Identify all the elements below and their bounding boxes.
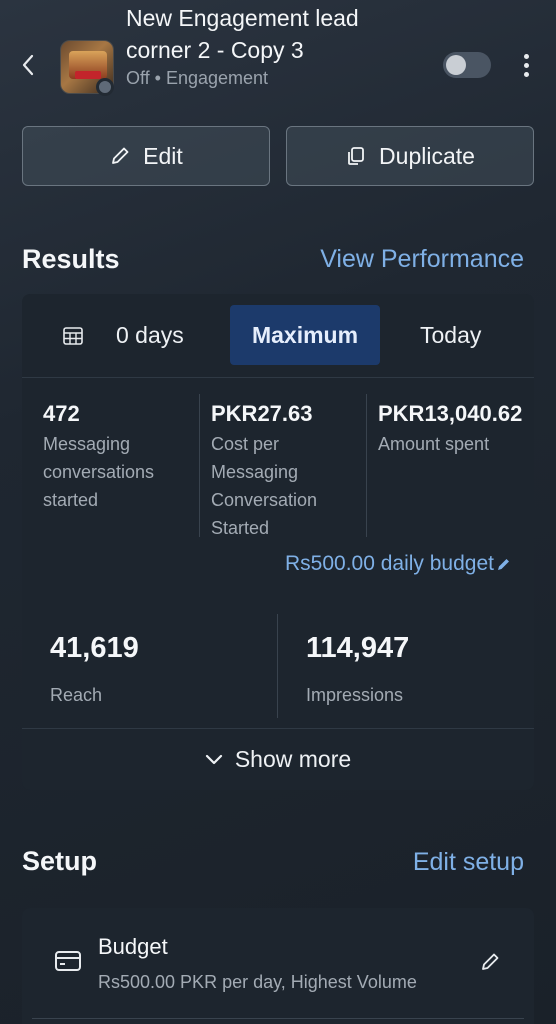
metric-value: PKR27.63 — [211, 401, 313, 426]
edit-button[interactable]: Edit — [22, 126, 270, 186]
metric-label: Amount spent — [378, 434, 490, 454]
screen: New Engagement lead corner 2 - Copy 3 Of… — [0, 0, 556, 1024]
calendar-icon[interactable] — [62, 325, 84, 347]
campaign-title: New Engagement lead corner 2 - Copy 3 — [126, 5, 359, 63]
metric-cost-per-conversation: PKR27.63 Cost per Messaging Conversation… — [211, 398, 361, 542]
metric-label: Cost per Messaging Conversation Started — [211, 434, 318, 538]
campaign-toggle[interactable] — [443, 52, 491, 78]
pencil-icon[interactable] — [480, 950, 502, 972]
edit-label: Edit — [143, 142, 183, 169]
edit-setup-link[interactable]: Edit setup — [413, 848, 524, 877]
more-options-button[interactable] — [516, 50, 536, 80]
results-title: Results — [22, 244, 120, 274]
show-more-label: Show more — [234, 746, 352, 772]
campaign-status: Off • Engagement — [126, 68, 269, 88]
duplicate-label: Duplicate — [379, 142, 475, 169]
duplicate-icon — [348, 147, 364, 165]
metric-conversations: 472 Messaging conversations started — [43, 398, 193, 514]
reach-label: Reach — [50, 685, 103, 705]
reach-metric: 41,619 Reach — [50, 632, 139, 706]
today-filter[interactable]: Today — [420, 322, 481, 349]
reach-value: 41,619 — [50, 632, 139, 664]
view-performance-link[interactable]: View Performance — [320, 245, 524, 274]
impressions-label: Impressions — [306, 685, 404, 705]
budget-description: Rs500.00 PKR per day, Highest Volume — [98, 972, 417, 992]
results-card: 0 days Maximum Today 472 Messaging conve… — [22, 294, 534, 790]
impressions-value: 114,947 — [306, 632, 410, 664]
pencil-icon — [112, 147, 129, 164]
maximum-filter[interactable]: Maximum — [230, 305, 380, 365]
campaign-header: New Engagement lead corner 2 - Copy 3 Of… — [0, 0, 556, 112]
impressions-metric: 114,947 Impressions — [306, 632, 409, 706]
metric-amount-spent: PKR13,040.62 Amount spent — [378, 398, 534, 458]
status-dot — [96, 78, 114, 96]
daily-budget-link[interactable]: Rs500.00 daily budget — [285, 552, 512, 576]
chevron-down-icon — [205, 754, 222, 764]
pencil-icon — [498, 559, 509, 570]
metric-value: 472 — [43, 401, 80, 426]
dot-icon — [523, 62, 529, 68]
credit-card-icon — [55, 951, 81, 971]
chevron-left-icon — [22, 54, 34, 76]
back-button[interactable] — [16, 50, 40, 80]
days-filter[interactable]: 0 days — [116, 322, 184, 349]
duplicate-button[interactable]: Duplicate — [286, 126, 534, 186]
setup-title: Setup — [22, 846, 98, 876]
budget-setup-row[interactable]: Budget Rs500.00 PKR per day, Highest Vol… — [22, 908, 534, 1024]
dot-icon — [523, 53, 529, 59]
show-more-button[interactable]: Show more — [22, 728, 534, 790]
dot-icon — [523, 71, 529, 77]
metric-value: PKR13,040.62 — [378, 401, 523, 426]
budget-title: Budget — [98, 934, 168, 959]
date-filter-bar: 0 days Maximum Today — [22, 294, 534, 378]
metric-label: Messaging conversations started — [43, 434, 155, 510]
daily-budget-text: Rs500.00 daily budget — [285, 552, 494, 575]
